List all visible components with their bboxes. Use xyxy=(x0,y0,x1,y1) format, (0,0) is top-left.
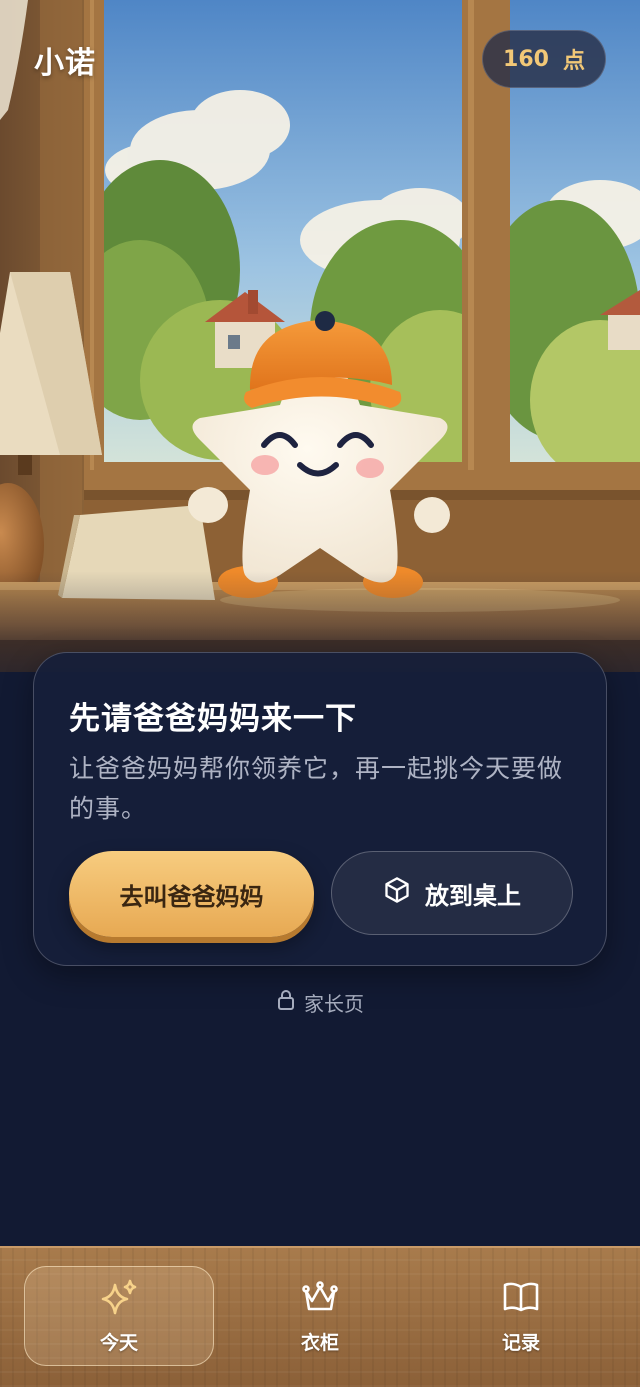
nav-label-wardrobe: 衣柜 xyxy=(300,1332,339,1354)
nav-item-records[interactable]: 记录 xyxy=(426,1266,616,1366)
nav-label-records: 记录 xyxy=(501,1332,540,1354)
place-on-desk-button[interactable]: 放到桌上 xyxy=(331,851,573,935)
nav-item-wardrobe[interactable]: 衣柜 xyxy=(225,1266,415,1366)
call-parents-label: 去叫爸爸妈妈 xyxy=(119,883,264,911)
parent-page-link[interactable]: 家长页 xyxy=(0,988,640,1017)
card-description: 让爸爸妈妈帮你领养它，再一起挑今天要做的事。 xyxy=(69,754,564,823)
points-unit: 点 xyxy=(562,49,585,74)
sparkles-icon xyxy=(99,1277,139,1322)
bottom-nav: 今天 衣柜 记录 xyxy=(0,1246,640,1387)
nav-item-today[interactable]: 今天 xyxy=(24,1266,214,1366)
nav-label-today: 今天 xyxy=(99,1332,138,1354)
points-badge[interactable]: 160 点 xyxy=(482,30,606,88)
points-value: 160 xyxy=(503,46,549,72)
hero-illustration xyxy=(0,0,640,672)
card-title: 先请爸爸妈妈来一下 xyxy=(69,701,357,737)
adoption-card: 先请爸爸妈妈来一下 让爸爸妈妈帮你领养它，再一起挑今天要做的事。 去叫爸爸妈妈 … xyxy=(33,652,607,966)
call-parents-button[interactable]: 去叫爸爸妈妈 xyxy=(69,851,314,937)
place-on-desk-label: 放到桌上 xyxy=(425,882,521,910)
lock-icon xyxy=(276,989,296,1016)
parent-page-label: 家长页 xyxy=(304,992,364,1016)
book-icon xyxy=(501,1277,541,1322)
cube-icon xyxy=(383,876,411,911)
crown-icon xyxy=(300,1277,340,1322)
app-title: 小诺 xyxy=(34,46,96,81)
